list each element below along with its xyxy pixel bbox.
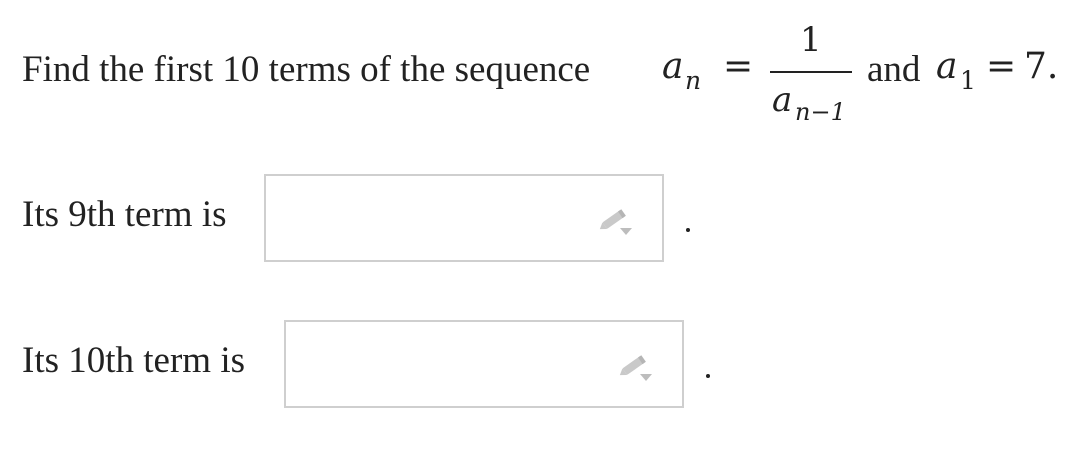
formula-equals: = bbox=[723, 46, 754, 87]
question-prefix: Find the first 10 terms of the sequence bbox=[22, 49, 591, 90]
initial-term-value: 7. bbox=[1024, 46, 1059, 87]
initial-term-sub: 1 bbox=[960, 66, 976, 95]
answer-9th-input[interactable] bbox=[264, 174, 664, 262]
fraction-denominator-sub: n−1 bbox=[795, 98, 846, 126]
answer-10th-label: Its 10th term is bbox=[22, 340, 246, 381]
fraction-denominator-var: a bbox=[772, 80, 793, 120]
pencil-dropdown-icon bbox=[619, 355, 652, 381]
answer-10th-edit-button[interactable] bbox=[616, 346, 656, 386]
answer-10th-period bbox=[706, 374, 710, 378]
answer-9th-edit-button[interactable] bbox=[596, 200, 636, 240]
initial-term-var: a bbox=[936, 46, 958, 87]
pencil-dropdown-icon bbox=[599, 209, 632, 235]
fraction-numerator: 1 bbox=[800, 20, 822, 60]
formula-connector: and bbox=[867, 49, 921, 90]
formula-lhs-var: a bbox=[662, 46, 684, 87]
formula-lhs-sub: n bbox=[685, 66, 702, 95]
answer-9th-label: Its 9th term is bbox=[22, 194, 227, 235]
answer-9th-period bbox=[686, 228, 690, 232]
fraction-bar bbox=[770, 71, 852, 73]
initial-term-equals: = bbox=[986, 46, 1017, 87]
answer-10th-input[interactable] bbox=[284, 320, 684, 408]
